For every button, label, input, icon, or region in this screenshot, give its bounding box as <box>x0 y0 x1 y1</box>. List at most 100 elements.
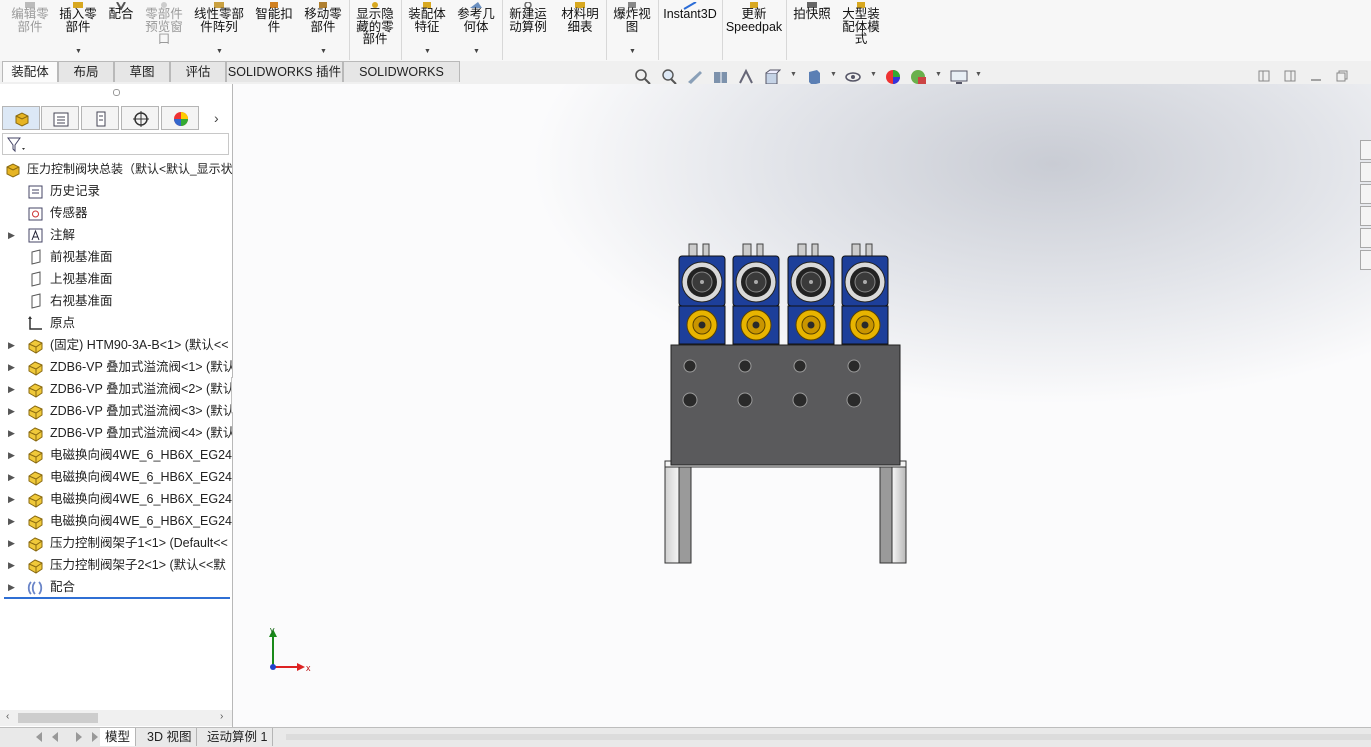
dropdown-arrow-icon[interactable]: ▼ <box>424 46 431 59</box>
chevron-down-icon[interactable]: ▼ <box>870 71 877 78</box>
tab-feature-manager[interactable] <box>2 106 40 130</box>
dropdown-arrow-icon[interactable]: ▼ <box>320 46 327 59</box>
expand-arrow-icon[interactable]: ▶ <box>8 510 15 532</box>
show-hidden-components-button[interactable]: 显示隐 藏的零 部件 <box>352 0 398 60</box>
horizontal-scrollbar[interactable] <box>286 734 1371 740</box>
graphics-area[interactable]: y x <box>233 84 1371 727</box>
horizontal-scrollbar[interactable]: ‹ › <box>0 710 232 726</box>
tree-root-assembly[interactable]: 压力控制阀块总装（默认<默认_显示状 <box>0 158 232 180</box>
tree-item[interactable]: 右视基准面 <box>0 290 232 312</box>
expand-arrow-icon[interactable]: ▶ <box>8 224 15 246</box>
component-preview-button[interactable]: 零部件 预览窗 口 <box>141 0 187 60</box>
task-pane-design-library-icon[interactable] <box>1360 184 1371 204</box>
minimize-icon[interactable] <box>1310 70 1322 82</box>
instant3d-button[interactable]: Instant3D <box>661 0 719 60</box>
tree-item[interactable]: ▶ (固定) HTM90-3A-B<1> (默认<< <box>0 334 232 356</box>
tree-item[interactable]: ▶ 注解 <box>0 224 232 246</box>
tab-layout[interactable]: 布局 <box>58 61 114 82</box>
tree-item[interactable]: 传感器 <box>0 202 232 224</box>
tree-item[interactable]: ▶ 电磁换向阀4WE_6_HB6X_EG24N <box>0 488 232 510</box>
chevron-down-icon[interactable]: ▼ <box>975 71 982 78</box>
panel-grip-handle[interactable] <box>113 89 120 96</box>
edit-component-button[interactable]: 编辑零 部件 <box>6 0 54 60</box>
tab-assembly[interactable]: 装配体 <box>2 61 58 82</box>
update-speedpak-button[interactable]: 更新 Speedpak <box>725 0 783 60</box>
task-pane-home-icon[interactable] <box>1360 140 1371 160</box>
tab-sketch[interactable]: 草图 <box>114 61 170 82</box>
chevron-down-icon[interactable]: ▼ <box>790 71 797 78</box>
expand-arrow-icon[interactable]: ▶ <box>8 444 15 466</box>
assembly-features-button[interactable]: 装配体 特征 ▼ <box>404 0 450 60</box>
scrollbar-thumb[interactable] <box>18 713 98 723</box>
task-pane-resources-icon[interactable] <box>1360 162 1371 182</box>
tree-item[interactable]: ▶ 电磁换向阀4WE_6_HB6X_EG24N <box>0 510 232 532</box>
expand-arrow-icon[interactable]: ▶ <box>8 422 15 444</box>
command-manager-ribbon: 编辑零 部件 插入零 部件 ▼ 配合 零部件 预览窗 口 线性零部 件阵列 ▼ … <box>0 0 1371 62</box>
tree-item[interactable]: ▶ 压力控制阀架子1<1> (Default<< <box>0 532 232 554</box>
tab-model[interactable]: 模型 <box>100 728 137 746</box>
tree-item[interactable]: ▶ 压力控制阀架子2<1> (默认<<默 <box>0 554 232 576</box>
part-icon <box>27 491 44 508</box>
task-pane-appearances-icon[interactable] <box>1360 228 1371 248</box>
tree-item[interactable]: ▶ ZDB6-VP 叠加式溢流阀<2> (默认 <box>0 378 232 400</box>
dropdown-arrow-icon[interactable]: ▼ <box>75 46 82 59</box>
rollback-bar[interactable] <box>4 597 230 599</box>
chevron-right-icon[interactable]: › <box>214 110 219 126</box>
tree-item[interactable]: ▶ 电磁换向阀4WE_6_HB6X_EG24N <box>0 466 232 488</box>
reference-geometry-button[interactable]: 参考几 何体 ▼ <box>453 0 499 60</box>
expand-arrow-icon[interactable]: ▶ <box>8 466 15 488</box>
expand-arrow-icon[interactable]: ▶ <box>8 554 15 576</box>
linear-pattern-button[interactable]: 线性零部 件阵列 ▼ <box>190 0 248 60</box>
tree-item[interactable]: 原点 <box>0 312 232 334</box>
task-pane-file-explorer-icon[interactable] <box>1360 206 1371 226</box>
tree-item-label: 压力控制阀架子2<1> (默认<<默 <box>50 558 226 572</box>
tree-filter[interactable] <box>2 133 229 155</box>
expand-arrow-icon[interactable]: ▶ <box>8 576 15 598</box>
tab-solidworks-addins[interactable]: SOLIDWORKS 插件 <box>226 61 343 82</box>
dropdown-arrow-icon[interactable]: ▼ <box>473 46 480 59</box>
tab-3d-view[interactable]: 3D 视图 <box>142 728 198 746</box>
tree-item-label: 电磁换向阀4WE_6_HB6X_EG24N <box>50 492 232 506</box>
expand-arrow-icon[interactable]: ▶ <box>8 532 15 554</box>
snapshot-button[interactable]: 拍快照 <box>789 0 835 60</box>
tree-item[interactable]: 前视基准面 <box>0 246 232 268</box>
exploded-view-button[interactable]: 爆炸视 图 ▼ <box>609 0 655 60</box>
tab-scroll-buttons[interactable] <box>30 730 102 744</box>
expand-arrow-icon[interactable]: ▶ <box>8 378 15 400</box>
mate-button[interactable]: 配合 <box>103 0 139 60</box>
large-assembly-mode-button[interactable]: 大型装 配体模 式 <box>837 0 885 60</box>
tab-display-manager[interactable] <box>161 106 199 130</box>
task-pane-custom-properties-icon[interactable] <box>1360 250 1371 270</box>
restore-icon[interactable] <box>1336 70 1348 82</box>
chevron-down-icon[interactable]: ▼ <box>830 71 837 78</box>
tab-configuration-manager[interactable] <box>81 106 119 130</box>
tree-item[interactable]: ▶ ZDB6-VP 叠加式溢流阀<4> (默认 <box>0 422 232 444</box>
expand-arrow-icon[interactable]: ▶ <box>8 334 15 356</box>
dropdown-arrow-icon[interactable]: ▼ <box>216 46 223 59</box>
tree-item[interactable]: ▶ ZDB6-VP 叠加式溢流阀<1> (默认 <box>0 356 232 378</box>
tree-item[interactable]: 上视基准面 <box>0 268 232 290</box>
chevron-down-icon[interactable]: ▼ <box>935 71 942 78</box>
tab-property-manager[interactable] <box>41 106 79 130</box>
insert-component-button[interactable]: 插入零 部件 ▼ <box>55 0 101 60</box>
scroll-left-icon[interactable]: ‹ <box>6 711 9 722</box>
tree-item[interactable]: ▶ 配合 <box>0 576 232 598</box>
smart-fasteners-button[interactable]: 智能扣 件 <box>251 0 297 60</box>
tile-left-icon[interactable] <box>1258 70 1270 82</box>
expand-arrow-icon[interactable]: ▶ <box>8 488 15 510</box>
bom-button[interactable]: 材料明 细表 <box>556 0 604 60</box>
expand-arrow-icon[interactable]: ▶ <box>8 356 15 378</box>
tab-evaluate[interactable]: 评估 <box>170 61 226 82</box>
tree-item[interactable]: ▶ ZDB6-VP 叠加式溢流阀<3> (默认 <box>0 400 232 422</box>
tree-item[interactable]: ▶ 电磁换向阀4WE_6_HB6X_EG24N <box>0 444 232 466</box>
new-motion-study-button[interactable]: 新建运 动算例 <box>505 0 551 60</box>
tile-right-icon[interactable] <box>1284 70 1296 82</box>
tab-motion-study-1[interactable]: 运动算例 1 <box>202 728 274 746</box>
expand-arrow-icon[interactable]: ▶ <box>8 400 15 422</box>
scroll-right-icon[interactable]: › <box>220 711 223 722</box>
dropdown-arrow-icon[interactable]: ▼ <box>629 46 636 59</box>
move-component-button[interactable]: 移动零 部件 ▼ <box>300 0 346 60</box>
tree-item[interactable]: 历史记录 <box>0 180 232 202</box>
tab-dimxpert-manager[interactable] <box>121 106 159 130</box>
tab-solidworks-mbd[interactable]: SOLIDWORKS MBD <box>343 61 460 100</box>
